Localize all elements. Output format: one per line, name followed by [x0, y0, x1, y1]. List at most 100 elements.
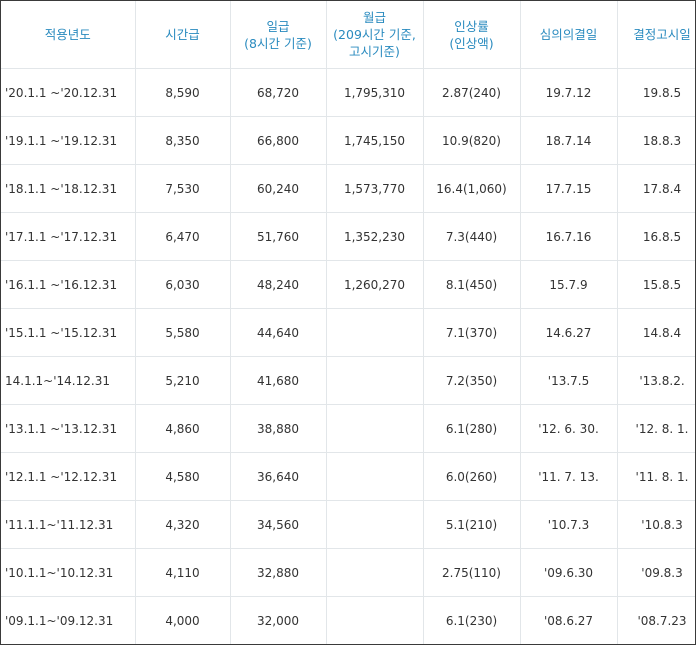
- notice-date-cell: '09.8.3: [617, 548, 695, 597]
- header-line: (인상액): [449, 35, 494, 51]
- notice-date-cell: 17.8.4: [617, 164, 695, 213]
- header-line: 인상률: [454, 18, 489, 34]
- notice-date-cell: '10.8.3: [617, 500, 695, 549]
- monthly-wage-cell: 1,573,770: [326, 164, 424, 213]
- monthly-wage-cell: [326, 308, 424, 357]
- monthly-wage-cell: 1,745,150: [326, 116, 424, 165]
- hourly-wage-cell: 4,110: [135, 548, 231, 597]
- daily-wage-cell: 34,560: [230, 500, 327, 549]
- period-cell: '19.1.1 ~'19.12.31: [1, 116, 136, 165]
- table-row: '09.1.1~'09.12.31 4,000 32,000 6.1(230) '08.…: [1, 596, 695, 644]
- period-cell: '11.1.1~'11.12.31: [1, 500, 136, 549]
- table-body: '20.1.1 ~'20.12.31 8,590 68,720 1,795,310 2.…: [1, 68, 695, 644]
- notice-date-cell: '08.7.23: [617, 596, 695, 644]
- increase-rate-cell: 2.75(110): [423, 548, 521, 597]
- hourly-wage-cell: 4,000: [135, 596, 231, 644]
- table-row: '16.1.1 ~'16.12.31 6,030 48,240 1,260,270 8.…: [1, 260, 695, 309]
- table-row: '13.1.1 ~'13.12.31 4,860 38,880 6.1(280) '12…: [1, 404, 695, 453]
- monthly-wage-cell: [326, 500, 424, 549]
- header-daily: 일급 (8시간 기준): [230, 1, 327, 69]
- header-line: (209시간 기준,: [333, 27, 416, 42]
- table-row: '17.1.1 ~'17.12.31 6,470 51,760 1,352,230 7.…: [1, 212, 695, 261]
- daily-wage-cell: 38,880: [230, 404, 327, 453]
- monthly-wage-cell: [326, 404, 424, 453]
- period-cell: '13.1.1 ~'13.12.31: [1, 404, 136, 453]
- table-row: '20.1.1 ~'20.12.31 8,590 68,720 1,795,310 2.…: [1, 68, 695, 117]
- hourly-wage-cell: 5,580: [135, 308, 231, 357]
- increase-rate-cell: 6.0(260): [423, 452, 521, 501]
- hourly-wage-cell: 7,530: [135, 164, 231, 213]
- period-cell: '09.1.1~'09.12.31: [1, 596, 136, 644]
- period-cell: '18.1.1 ~'18.12.31: [1, 164, 136, 213]
- monthly-wage-cell: 1,795,310: [326, 68, 424, 117]
- resolution-date-cell: 16.7.16: [520, 212, 618, 261]
- table-row: '10.1.1~'10.12.31 4,110 32,880 2.75(110) '09…: [1, 548, 695, 597]
- resolution-date-cell: '10.7.3: [520, 500, 618, 549]
- daily-wage-cell: 36,640: [230, 452, 327, 501]
- hourly-wage-cell: 4,580: [135, 452, 231, 501]
- table-row: '12.1.1 ~'12.12.31 4,580 36,640 6.0(260) '11…: [1, 452, 695, 501]
- increase-rate-cell: 7.2(350): [423, 356, 521, 405]
- daily-wage-cell: 32,000: [230, 596, 327, 644]
- increase-rate-cell: 10.9(820): [423, 116, 521, 165]
- daily-wage-cell: 66,800: [230, 116, 327, 165]
- notice-date-cell: 14.8.4: [617, 308, 695, 357]
- monthly-wage-cell: [326, 356, 424, 405]
- resolution-date-cell: 14.6.27: [520, 308, 618, 357]
- resolution-date-cell: 18.7.14: [520, 116, 618, 165]
- increase-rate-cell: 8.1(450): [423, 260, 521, 309]
- increase-rate-cell: 16.4(1,060): [423, 164, 521, 213]
- resolution-date-cell: '13.7.5: [520, 356, 618, 405]
- header-notice-date: 결정고시일: [617, 1, 695, 69]
- header-line: 시간급: [165, 27, 200, 42]
- wage-table-frame: 적용년도 시간급 일급 (8시간 기준) 월급 (209시간 기준, 고시기준) 인상률 (인상…: [0, 0, 696, 645]
- notice-date-cell: 18.8.3: [617, 116, 695, 165]
- header-line: 일급: [266, 18, 290, 34]
- hourly-wage-cell: 6,470: [135, 212, 231, 261]
- table-row: '19.1.1 ~'19.12.31 8,350 66,800 1,745,150 10…: [1, 116, 695, 165]
- increase-rate-cell: 5.1(210): [423, 500, 521, 549]
- header-line: 월급: [362, 10, 386, 25]
- header-line: 적용년도: [44, 27, 91, 42]
- resolution-date-cell: 17.7.15: [520, 164, 618, 213]
- header-line: 결정고시일: [633, 27, 691, 42]
- daily-wage-cell: 68,720: [230, 68, 327, 117]
- monthly-wage-cell: [326, 596, 424, 644]
- hourly-wage-cell: 6,030: [135, 260, 231, 309]
- increase-rate-cell: 7.1(370): [423, 308, 521, 357]
- minimum-wage-table: 적용년도 시간급 일급 (8시간 기준) 월급 (209시간 기준, 고시기준) 인상률 (인상…: [1, 1, 695, 644]
- notice-date-cell: 19.8.5: [617, 68, 695, 117]
- hourly-wage-cell: 4,320: [135, 500, 231, 549]
- monthly-wage-cell: [326, 452, 424, 501]
- daily-wage-cell: 44,640: [230, 308, 327, 357]
- header-resolution-date: 심의의결일: [520, 1, 618, 69]
- table-row: '11.1.1~'11.12.31 4,320 34,560 5.1(210) '10.…: [1, 500, 695, 549]
- table-row: 14.1.1~'14.12.31 5,210 41,680 7.2(350) '13.7…: [1, 356, 695, 405]
- notice-date-cell: 15.8.5: [617, 260, 695, 309]
- notice-date-cell: '13.8.2.: [617, 356, 695, 405]
- notice-date-cell: '12. 8. 1.: [617, 404, 695, 453]
- resolution-date-cell: '12. 6. 30.: [520, 404, 618, 453]
- resolution-date-cell: '11. 7. 13.: [520, 452, 618, 501]
- period-cell: '20.1.1 ~'20.12.31: [1, 68, 136, 117]
- header-line: 고시기준): [349, 44, 400, 59]
- period-cell: '15.1.1 ~'15.12.31: [1, 308, 136, 357]
- increase-rate-cell: 2.87(240): [423, 68, 521, 117]
- daily-wage-cell: 32,880: [230, 548, 327, 597]
- increase-rate-cell: 7.3(440): [423, 212, 521, 261]
- hourly-wage-cell: 8,590: [135, 68, 231, 117]
- daily-wage-cell: 41,680: [230, 356, 327, 405]
- header-line: (8시간 기준): [244, 35, 312, 51]
- period-cell: '12.1.1 ~'12.12.31: [1, 452, 136, 501]
- header-year: 적용년도: [1, 1, 136, 69]
- period-cell: '17.1.1 ~'17.12.31: [1, 212, 136, 261]
- resolution-date-cell: 19.7.12: [520, 68, 618, 117]
- resolution-date-cell: '08.6.27: [520, 596, 618, 644]
- period-cell: '10.1.1~'10.12.31: [1, 548, 136, 597]
- daily-wage-cell: 60,240: [230, 164, 327, 213]
- hourly-wage-cell: 5,210: [135, 356, 231, 405]
- hourly-wage-cell: 8,350: [135, 116, 231, 165]
- increase-rate-cell: 6.1(280): [423, 404, 521, 453]
- monthly-wage-cell: 1,352,230: [326, 212, 424, 261]
- monthly-wage-cell: 1,260,270: [326, 260, 424, 309]
